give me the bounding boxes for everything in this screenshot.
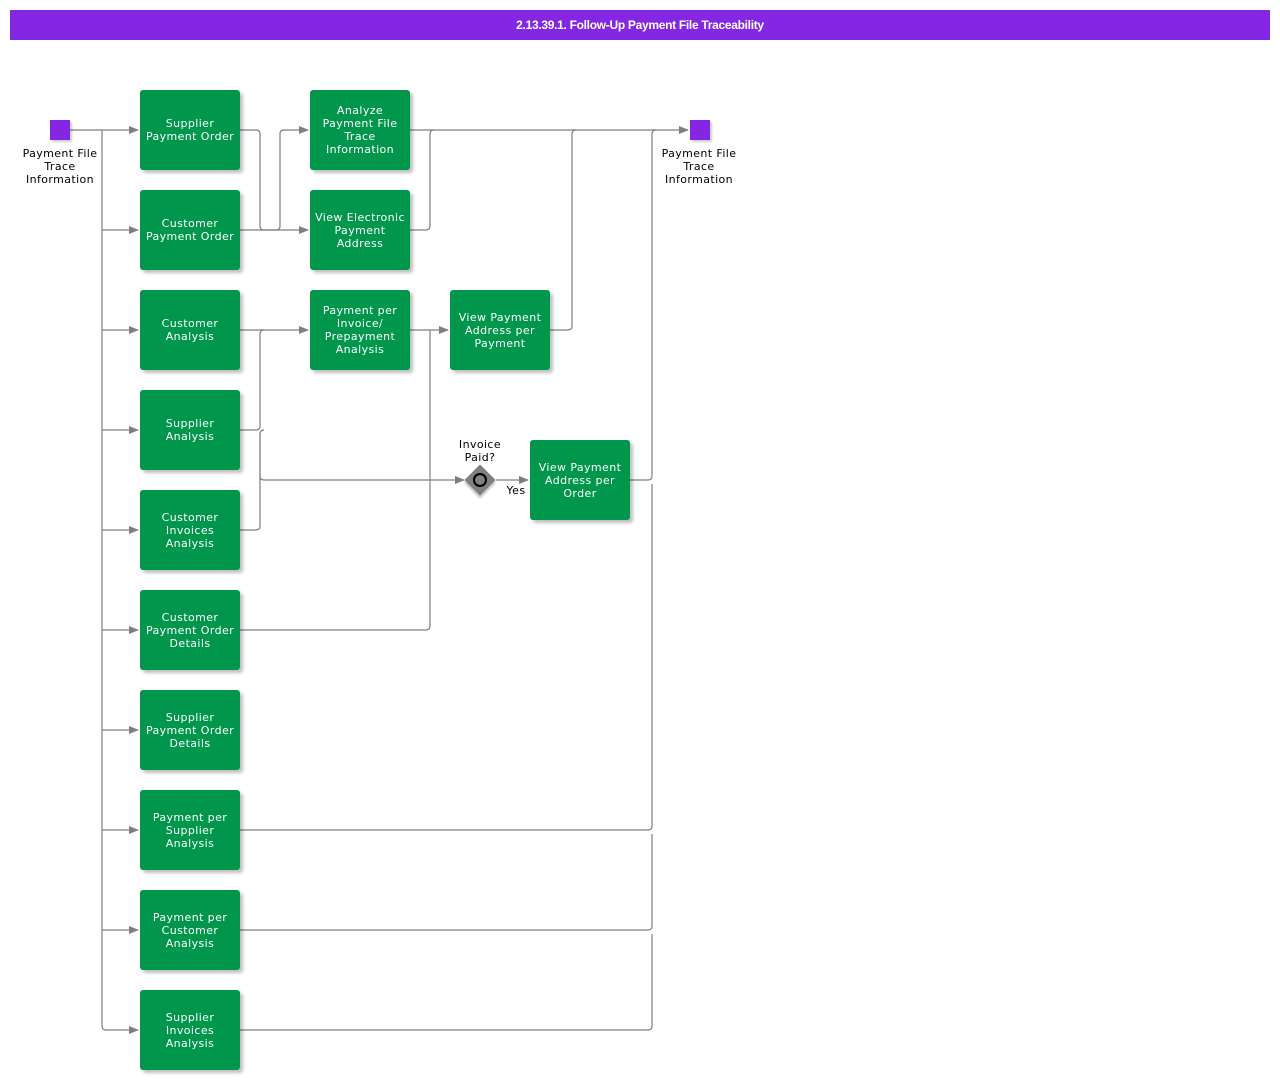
connector: [240, 126, 309, 231]
start-event[interactable]: [50, 120, 70, 140]
connector: [240, 129, 309, 234]
task-analyze-payment-file-trace[interactable]: Analyze Payment File Trace Information: [310, 90, 410, 170]
gateway-diamond[interactable]: [464, 464, 496, 496]
task-customer-analysis[interactable]: Customer Analysis: [140, 290, 240, 370]
task-payment-per-supplier-analysis[interactable]: Payment per Supplier Analysis: [140, 790, 240, 870]
task-view-electronic-payment-address[interactable]: View Electronic Payment Address: [310, 190, 410, 270]
connector: [240, 484, 653, 831]
task-supplier-invoices-analysis[interactable]: Supplier Invoices Analysis: [140, 990, 240, 1070]
task-customer-invoices-analysis[interactable]: Customer Invoices Analysis: [140, 490, 240, 570]
task-customer-payment-order[interactable]: Customer Payment Order: [140, 190, 240, 270]
connector: [240, 329, 265, 431]
connector: [259, 434, 465, 484]
connector: [410, 129, 435, 231]
connector: [240, 934, 653, 1031]
task-supplier-payment-order-details[interactable]: Supplier Payment Order Details: [140, 690, 240, 770]
end-event-label: Payment File Trace Information: [661, 147, 737, 186]
task-payment-per-invoice-prepayment[interactable]: Payment per Invoice/ Prepayment Analysis: [310, 290, 410, 370]
task-supplier-analysis[interactable]: Supplier Analysis: [140, 390, 240, 470]
task-view-payment-address-per-payment[interactable]: View Payment Address per Payment: [450, 290, 550, 370]
connector: [630, 129, 657, 481]
start-event-label: Payment File Trace Information: [22, 147, 98, 186]
task-supplier-payment-order[interactable]: Supplier Payment Order: [140, 90, 240, 170]
task-view-payment-address-per-order[interactable]: View Payment Address per Order: [530, 440, 630, 520]
connector: [240, 834, 653, 931]
task-payment-per-customer-analysis[interactable]: Payment per Customer Analysis: [140, 890, 240, 970]
end-event[interactable]: [690, 120, 710, 140]
connector: [550, 129, 577, 331]
yes-label: Yes: [506, 484, 526, 497]
gateway-label: Invoice Paid?: [458, 438, 502, 464]
connector: [101, 130, 139, 1034]
task-customer-payment-order-details[interactable]: Customer Payment Order Details: [140, 590, 240, 670]
